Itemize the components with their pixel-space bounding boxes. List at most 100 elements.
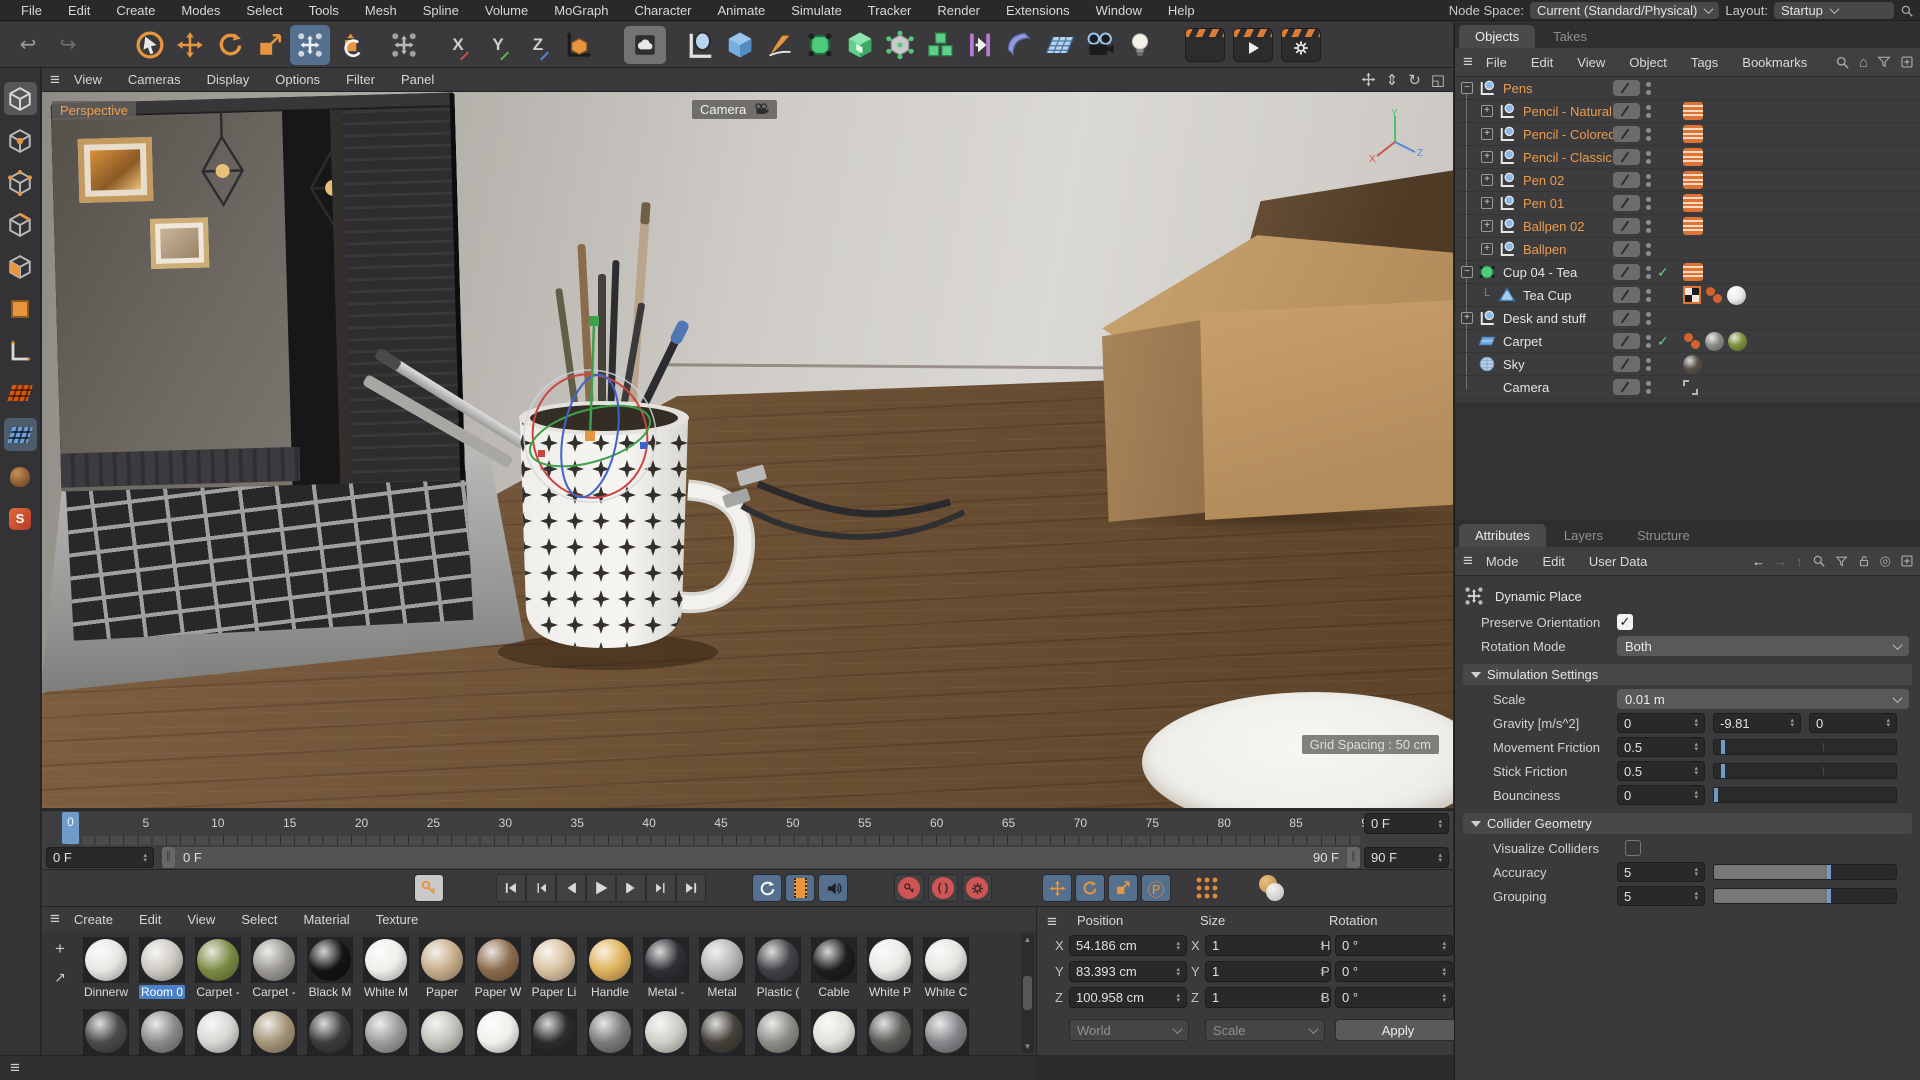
filter-icon[interactable] [1835, 555, 1848, 568]
redo-button[interactable]: ↪ [48, 25, 88, 65]
hamburger-icon[interactable]: ≡ [1047, 912, 1057, 932]
attr-menu-mode[interactable]: Mode [1475, 552, 1530, 571]
spline-primitives-button[interactable] [680, 25, 720, 65]
material-scrollbar[interactable]: ▲ ▼ [1021, 933, 1034, 1053]
visibility-dots[interactable] [1646, 219, 1651, 233]
position-x-field[interactable]: 54.186 cm ▴ ▾ [1069, 935, 1187, 956]
object-row-pencil-colored[interactable]: + Pencil - Colored [1455, 123, 1920, 146]
material-thumbnail[interactable] [811, 937, 857, 983]
visibility-dots[interactable] [1646, 265, 1651, 279]
object-row-tea-cup[interactable]: └ Tea Cup [1455, 284, 1920, 307]
om-menu-file[interactable]: File [1475, 53, 1518, 72]
size-y-field[interactable]: 1 ▴ ▾ [1205, 961, 1331, 982]
bounciness-field[interactable]: 0 ▴ ▾ [1617, 785, 1705, 805]
history-back-icon[interactable]: ← [1752, 554, 1765, 569]
material-thumbnail[interactable] [83, 937, 129, 983]
material-thumbnail[interactable] [755, 937, 801, 983]
size-z-field[interactable]: 1 ▴ ▾ [1205, 987, 1331, 1008]
hamburger-icon[interactable]: ≡ [1463, 52, 1473, 72]
material-thumbnail[interactable] [923, 937, 969, 983]
collapse-icon[interactable]: − [1461, 266, 1473, 278]
play-every-frame-button[interactable] [785, 874, 815, 902]
attr-menu-edit[interactable]: Edit [1531, 552, 1575, 571]
material-name[interactable]: White M [362, 985, 410, 999]
material-item[interactable] [584, 1009, 636, 1055]
dolly-view-icon[interactable]: ⇕ [1386, 71, 1399, 89]
visibility-toggle[interactable] [1613, 80, 1640, 96]
material-item[interactable]: Room 0 [136, 937, 188, 999]
object-row-sky[interactable]: Sky [1455, 353, 1920, 376]
menu-animate[interactable]: Animate [707, 1, 777, 20]
fields-button[interactable] [960, 25, 1000, 65]
material-name[interactable]: White P [867, 985, 913, 999]
history-forward-icon[interactable]: → [1774, 554, 1787, 569]
attr-menu-user-data[interactable]: User Data [1578, 552, 1659, 571]
perspective-label[interactable]: Perspective [52, 101, 136, 120]
material-item[interactable]: Black M [304, 937, 356, 999]
material-menu-view[interactable]: View [175, 910, 227, 929]
viewport-menu-view[interactable]: View [62, 70, 114, 89]
search-icon[interactable] [1900, 4, 1914, 18]
sound-toggle-button[interactable] [818, 874, 848, 902]
menu-create[interactable]: Create [105, 1, 166, 20]
add-material-button[interactable]: + [55, 939, 65, 959]
apply-button[interactable]: Apply [1335, 1019, 1461, 1041]
material-thumbnail[interactable] [363, 937, 409, 983]
current-frame-field[interactable]: 0 F ▴ ▾ [46, 847, 154, 868]
visibility-toggle[interactable] [1613, 379, 1640, 395]
visibility-toggle[interactable] [1613, 126, 1640, 142]
material-item[interactable]: White C [920, 937, 972, 999]
search-icon[interactable] [1835, 55, 1850, 70]
edge-mode-button[interactable] [4, 208, 37, 241]
material-item[interactable] [192, 1009, 244, 1055]
material-name[interactable]: White C [923, 985, 970, 999]
scatter-place-tool[interactable] [384, 25, 424, 65]
material-name[interactable]: Black M [307, 985, 354, 999]
position-z-field[interactable]: 100.958 cm ▴ ▾ [1069, 987, 1187, 1008]
material-item[interactable]: Dinnerw [80, 937, 132, 999]
menu-edit[interactable]: Edit [57, 1, 101, 20]
layout-dropdown[interactable]: Startup [1774, 2, 1894, 19]
collider-geometry-section[interactable]: Collider Geometry [1463, 813, 1912, 834]
autokeying-button[interactable]: ( ) [928, 874, 958, 902]
material-name[interactable]: Metal [705, 985, 738, 999]
visibility-dots[interactable] [1646, 288, 1651, 302]
material-name[interactable]: Paper [424, 985, 460, 999]
material-item[interactable]: Metal [696, 937, 748, 999]
annotation-tag-icon[interactable] [1683, 263, 1703, 281]
track-icon[interactable]: ◎ [1880, 553, 1891, 569]
material-item[interactable] [304, 1009, 356, 1055]
position-y-field[interactable]: 83.393 cm ▴ ▾ [1069, 961, 1187, 982]
grouping-field[interactable]: 5 ▴ ▾ [1617, 886, 1705, 906]
expand-icon[interactable]: + [1481, 197, 1493, 209]
menu-extensions[interactable]: Extensions [995, 1, 1081, 20]
dynamics-tag-icon[interactable] [1705, 286, 1723, 304]
object-row-ballpen[interactable]: + Ballpen [1455, 238, 1920, 261]
bounciness-slider[interactable] [1713, 787, 1897, 803]
coordinate-system-dropdown[interactable]: World [1069, 1019, 1189, 1041]
deformer-button[interactable] [1000, 25, 1040, 65]
material-item[interactable] [80, 1009, 132, 1055]
object-row-pencil-classic[interactable]: + Pencil - Classic [1455, 146, 1920, 169]
accuracy-slider[interactable] [1713, 864, 1897, 880]
viewport-menu-filter[interactable]: Filter [334, 70, 387, 89]
visibility-dots[interactable] [1646, 127, 1651, 141]
object-row-cup-04-tea[interactable]: − Cup 04 - Tea ✓ [1455, 261, 1920, 284]
object-row-pen-01[interactable]: + Pen 01 [1455, 192, 1920, 215]
expand-icon[interactable]: + [1481, 105, 1493, 117]
object-row-carpet[interactable]: Carpet ✓ [1455, 330, 1920, 353]
range-start-handle[interactable]: ∥ [162, 847, 175, 868]
material-name[interactable]: Dinnerw [82, 985, 130, 999]
goto-end-button[interactable] [676, 874, 706, 902]
om-menu-bookmarks[interactable]: Bookmarks [1731, 53, 1818, 72]
om-menu-view[interactable]: View [1566, 53, 1616, 72]
expand-icon[interactable]: + [1461, 312, 1473, 324]
annotation-tag-icon[interactable] [1683, 171, 1703, 189]
parent-up-icon[interactable]: ↑ [1796, 554, 1803, 569]
material-thumbnail[interactable] [419, 937, 465, 983]
material-menu-edit[interactable]: Edit [127, 910, 173, 929]
move-tool[interactable] [170, 25, 210, 65]
om-menu-object[interactable]: Object [1618, 53, 1678, 72]
visibility-toggle[interactable] [1613, 356, 1640, 372]
range-end-field[interactable]: 90 F ▴ ▾ [1364, 847, 1449, 868]
